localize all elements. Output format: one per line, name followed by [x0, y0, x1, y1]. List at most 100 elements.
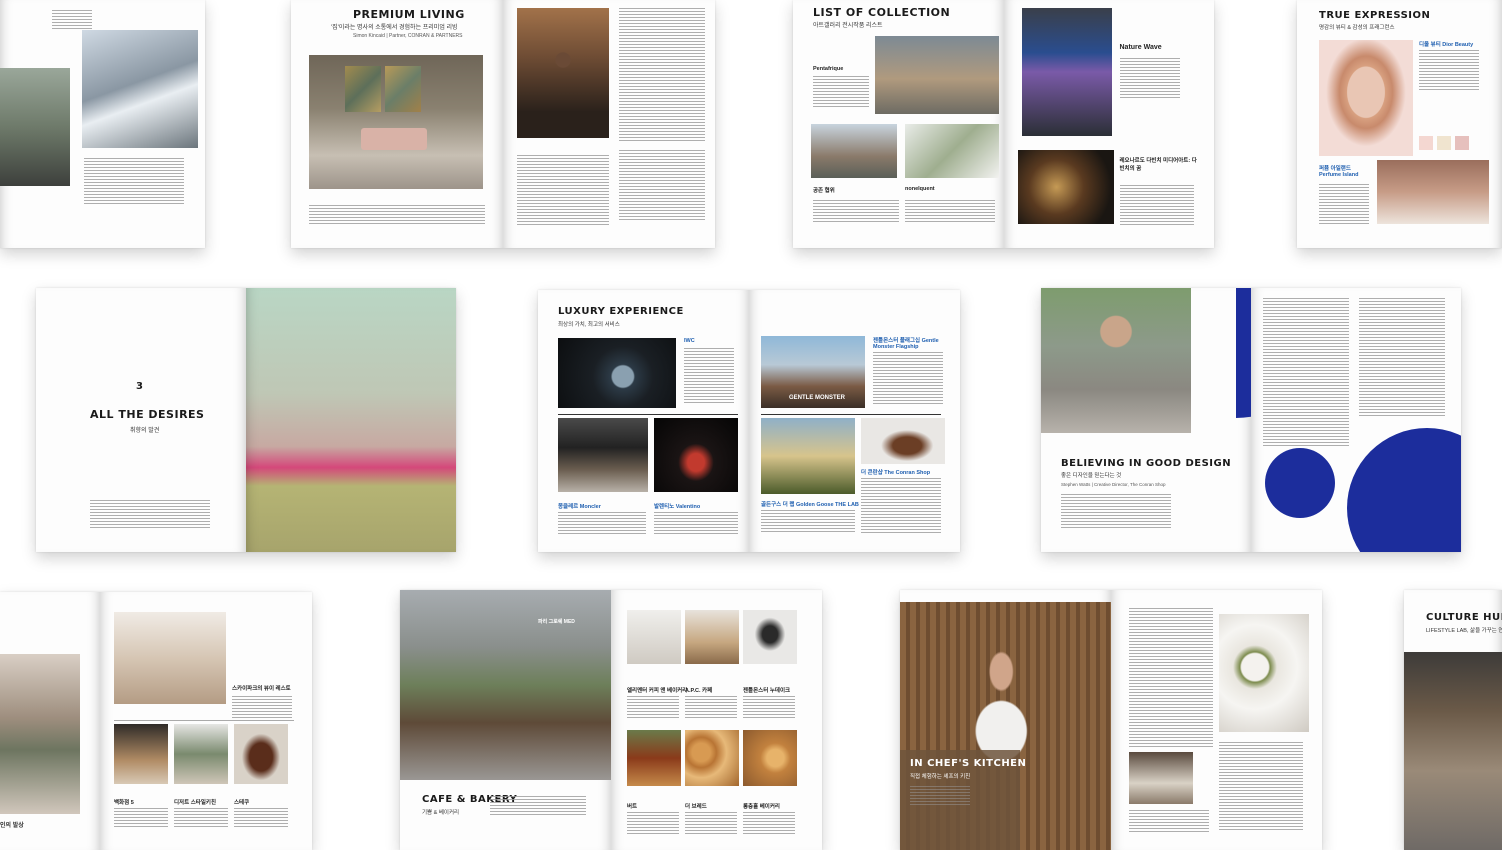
page-right: [503, 0, 715, 248]
photo-perfume-store: [1377, 160, 1489, 224]
page-right: 스카이파크의 뷰이 레스토 백화점 5 디저트 스타일키친 스테쿠: [100, 592, 312, 850]
sofa: [361, 128, 427, 150]
brand-name: 몽클레르 Moncler: [558, 504, 601, 510]
photo-pastry: [743, 730, 797, 786]
photo-shop: [114, 724, 168, 784]
photo-cooking: [1129, 752, 1193, 804]
product-thumb: [1419, 136, 1433, 150]
decorative-circle: [1347, 428, 1461, 552]
spread-true-expression: TRUE EXPRESSION 명감의 뷰티 & 감성의 프래그런스 디올 뷰티…: [1297, 0, 1502, 248]
photo-bread: [685, 730, 739, 786]
photo-moncler: [558, 418, 648, 492]
shop-name: 스카이파크의 뷰이 레스토: [232, 686, 291, 692]
shop-name: 디저트 스타일키친: [174, 800, 217, 806]
page-right: GENTLE MONSTER 젠틀몬스터 플래그십 Gentle Monster…: [749, 290, 960, 552]
page-left: PREMIUM LIVING '집'이라는 명사의 소통에서 경험하는 프리미엄…: [291, 0, 503, 248]
page-left: 인의 발상: [0, 592, 100, 850]
page-subtitle: '집'이라는 명사의 소통에서 경험하는 프리미엄 리빙: [331, 25, 458, 31]
chapter-number: 3: [136, 381, 144, 392]
photo-food-hall: [400, 590, 611, 780]
page-title: PREMIUM LIVING: [353, 8, 465, 21]
page-left: 3 ALL THE DESIRES 취향의 발견: [36, 288, 246, 552]
page-left: LIST OF COLLECTION 아트갤러리 전시작품 리스트 Pentaf…: [793, 0, 1004, 248]
page: [0, 0, 205, 248]
spread-luxury-experience: LUXURY EXPERIENCE 최상의 가치, 최고의 서비스 IWC 몽클…: [538, 290, 960, 552]
page-title: BELIEVING IN GOOD DESIGN: [1061, 458, 1232, 469]
photo-atrium: [82, 30, 198, 148]
brand-name: IWC: [684, 338, 695, 344]
photo-watch: [558, 338, 676, 408]
page-subtitle: 아트갤러리 전시작품 리스트: [813, 23, 883, 29]
photo-media-tower: [1021, 8, 1112, 136]
brand-name: 더 콘란샵 The Conran Shop: [861, 470, 931, 476]
spread-list-of-collection: LIST OF COLLECTION 아트갤러리 전시작품 리스트 Pentaf…: [793, 0, 1214, 248]
page-right: [1111, 590, 1322, 850]
shop-name: 스테쿠: [234, 800, 250, 806]
artwork-title: Pentafrique: [813, 66, 844, 72]
byline: Simon Kincaid | Partner, CONRAN & PARTNE…: [353, 33, 463, 39]
page-title: TRUE EXPRESSION: [1319, 10, 1431, 21]
spread-interior: 인의 발상 스카이파크의 뷰이 레스토 백화점 5 디저트 스타일키친 스테쿠: [0, 592, 312, 850]
page-left: IN CHEF'S KITCHEN 직접 체험하는 셰프의 키친: [900, 590, 1111, 850]
shop-name: 더 브레드: [685, 804, 707, 810]
shop-name: 엘리멘터 커피 앤 베이커리: [627, 688, 688, 694]
page-title: CULTURE HUB: [1426, 612, 1502, 623]
brand-name: 골든구스 더 랩 Golden Goose THE LAB: [761, 502, 859, 508]
brand-name: 퍼퓸 아일랜드 Perfume Island: [1319, 166, 1359, 178]
page: CULTURE HUB LIFESTYLE LAB, 삶을 가꾸는 연구: [1404, 590, 1502, 850]
photo-partner-portrait: [517, 8, 609, 138]
photo-dish: [1219, 614, 1309, 732]
photo-lobby: [0, 654, 80, 814]
page-subtitle: 좋은 디자인을 믿는다는 것: [1061, 473, 1122, 479]
spread-cafe-bakery: 파리 그로쉐 MED CAFE & BAKERY 기쁨 & 베이커리 엘리멘터 …: [400, 590, 822, 850]
brand-name: 디올 뷰티 Dior Beauty: [1419, 42, 1474, 48]
page-right-gradient: [246, 288, 456, 552]
page: TRUE EXPRESSION 명감의 뷰티 & 감성의 프래그런스 디올 뷰티…: [1297, 0, 1502, 248]
spread-architecture: [0, 0, 205, 248]
page-subtitle: 직접 체험하는 셰프의 키친: [910, 774, 971, 780]
photo-beauty-model: [1319, 40, 1413, 156]
page-right: [1251, 288, 1461, 552]
shop-name: A.P.C. 카페: [685, 688, 713, 694]
page-right: 엘리멘터 커피 앤 베이커리 A.P.C. 카페 젠틀몬스터 누데이크 버트 더…: [611, 590, 822, 850]
page-left: LUXURY EXPERIENCE 최상의 가치, 최고의 서비스 IWC 몽클…: [538, 290, 749, 552]
shop-name: 백화점 5: [114, 800, 134, 806]
page-title: IN CHEF'S KITCHEN: [910, 758, 1027, 769]
photo-kitchen: [174, 724, 228, 784]
photo-sculpture: [875, 36, 999, 114]
byline: Stephen Watts | Creative Director, The C…: [1061, 482, 1166, 487]
photo-golden-goose: [761, 418, 855, 494]
photo-building: [811, 124, 897, 178]
artwork-title: Nature Wave: [1119, 44, 1162, 51]
product-thumb: [1437, 136, 1451, 150]
page-subtitle: LIFESTYLE LAB, 삶을 가꾸는 연구: [1426, 628, 1502, 634]
page-subtitle: 기쁨 & 베이커리: [422, 810, 460, 816]
spread-premium-living: PREMIUM LIVING '집'이라는 명사의 소통에서 경험하는 프리미엄…: [291, 0, 715, 248]
brand-name: 발렌티노 Valentino: [654, 504, 701, 510]
spread-all-the-desires: 3 ALL THE DESIRES 취향의 발견: [36, 288, 456, 552]
photo-director-portrait: [1041, 288, 1191, 433]
photo-steak: [234, 724, 288, 784]
art-panel: [345, 66, 381, 112]
page-left: 파리 그로쉐 MED CAFE & BAKERY 기쁨 & 베이커리: [400, 590, 611, 850]
shop-name: 롱층흘 베이커리: [743, 804, 780, 810]
spread-believing-in-good-design: BELIEVING IN GOOD DESIGN 좋은 디자인을 믿는다는 것 …: [1041, 288, 1461, 552]
page-left: BELIEVING IN GOOD DESIGN 좋은 디자인을 믿는다는 것 …: [1041, 288, 1251, 552]
photo-plants: [905, 124, 999, 178]
shop-name: 젠틀몬스터 누데이크: [743, 688, 791, 694]
artwork-title: nonelquent: [905, 186, 935, 192]
art-panel: [385, 66, 421, 112]
photo-courtyard: [0, 68, 70, 186]
decorative-circle: [1265, 448, 1335, 518]
cropped-caption: 인의 발상: [0, 823, 24, 829]
page-title: LUXURY EXPERIENCE: [558, 306, 684, 317]
photo-cafe-interior: [627, 610, 681, 664]
page-subtitle: 명감의 뷰티 & 감성의 프래그런스: [1319, 25, 1395, 31]
photo-nudake: [743, 610, 797, 664]
photo-conran-chair: [861, 418, 945, 464]
shop-name: 버트: [627, 804, 638, 810]
brand-name: 젠틀몬스터 플래그십 Gentle Monster Flagship: [873, 338, 939, 350]
overlay-note: 파리 그로쉐 MED: [538, 619, 575, 625]
page-title: LIST OF COLLECTION: [813, 6, 951, 19]
chapter-title: ALL THE DESIRES: [90, 408, 205, 421]
